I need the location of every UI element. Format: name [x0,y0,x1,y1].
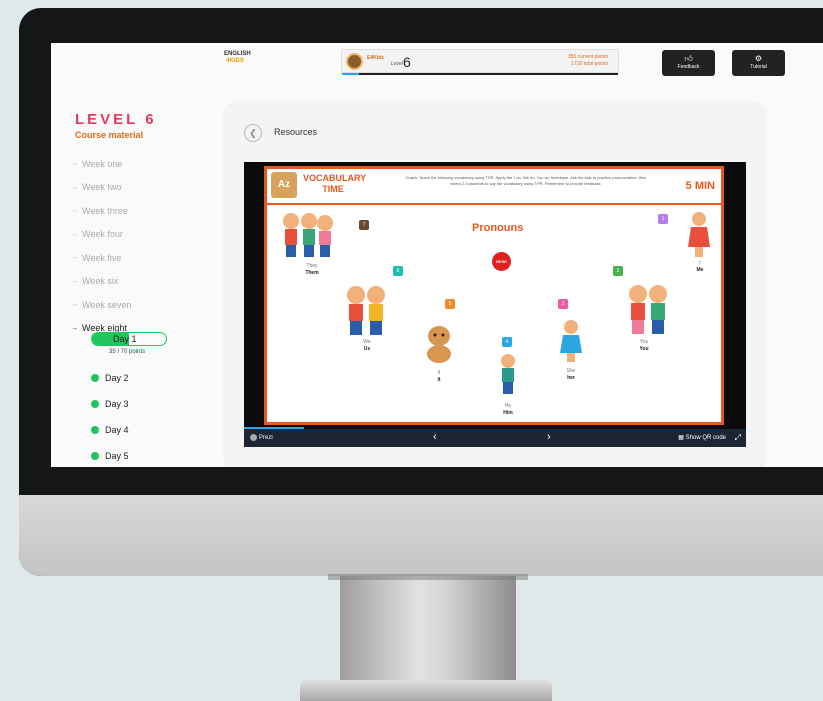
user-name: E4Kids [367,55,384,61]
pronoun-pair: It It [437,370,441,383]
page-title: Resources [274,127,318,137]
chevron-right-icon: › [547,431,551,443]
day-list: Day 2 Day 3 Day 4 Day 5 [91,365,129,467]
pronoun-number-badge: 7 [359,220,369,230]
monitor-stand [340,576,516,686]
status-dot-icon [91,374,99,382]
arrow-right-icon: → [71,160,78,168]
feedback-button[interactable]: 👍︎ Feedback [662,50,715,76]
week-item[interactable]: → Week two [71,176,211,200]
pronoun-pair: He Him [503,403,513,416]
slide-topic: Pronouns [472,222,524,234]
monitor-chin [19,495,823,576]
day-item[interactable]: Day 2 [91,365,129,391]
week-item[interactable]: → Week one [71,152,211,176]
course-material-label: Course material [75,130,144,140]
girl-me-illustration [688,212,710,257]
day-item[interactable]: Day 4 [91,417,129,443]
english4kids-logo[interactable]: ENGLISH 4KIDS [224,51,251,65]
slide-heading: VOCABULARY TIME [303,173,367,194]
monitor-base [300,680,552,701]
kids-you-illustration [629,285,667,334]
app-screen: ENGLISH 4KIDS E4Kids Level 6 355 current… [51,43,823,467]
status-dot-icon [91,426,99,434]
stand-shadow [328,574,528,580]
total-points: 1720 total points [571,61,608,67]
vocabulary-logo: Az [271,172,297,198]
arrow-right-icon: → [71,183,78,191]
next-slide-button[interactable]: › [547,431,551,443]
points-info: 355 current points 1720 total points [568,54,608,68]
dog-illustration [427,326,451,363]
coach-instructions: Coach: Teach the following vocabulary us… [405,175,647,186]
pronoun-pair: I Me [696,260,704,273]
pronoun-number-badge: 6 [393,266,403,276]
week-item[interactable]: → Week four [71,223,211,247]
chevron-left-icon: ❮ [249,128,257,138]
show-qr-code-button[interactable]: ▦ Show QR code [678,434,726,441]
tutorial-button[interactable]: ⚙ Tutorial [732,50,785,76]
fullscreen-button[interactable]: ⤢ [735,433,741,443]
day-item[interactable]: Day 3 [91,391,129,417]
arrow-right-icon: → [71,230,78,238]
kids-us-illustration [347,286,385,335]
level-value: 6 [403,54,411,70]
prezi-viewer[interactable]: Az VOCABULARY TIME Coach: Teach the foll… [244,162,746,447]
graduation-cap-icon: ⚙ [754,54,763,63]
prezi-control-bar: Prezi ‹ › ▦ Show QR code ⤢ [244,427,746,447]
user-avatar [346,53,363,70]
pronoun-pair: They Them [305,263,319,276]
day-1-points: 35 / 70 points [109,349,146,355]
monitor-frame: ENGLISH 4KIDS E4Kids Level 6 355 current… [19,8,823,576]
arrow-right-icon: → [71,254,78,262]
week-item[interactable]: → Week three [71,199,211,223]
pronoun-number-badge: 3 [558,299,568,309]
day-item[interactable]: Day 5 [91,443,129,467]
pronoun-number-badge: 1 [658,214,668,224]
points-bar: E4Kids Level 6 355 current points 1720 t… [341,49,619,75]
slide-duration: 5 MIN [685,180,715,192]
arrow-right-icon: → [71,277,78,285]
level-label: Level [391,61,403,67]
current-points: 355 current points [567,54,608,60]
back-button[interactable]: ❮ [244,124,262,142]
pronoun-pair: We Us [363,339,371,352]
thumbs-up-icon: 👍︎ [684,54,693,63]
boy-illustration [501,354,515,394]
previous-slide-button[interactable]: ‹ [433,431,437,443]
pronoun-number-badge: 4 [502,337,512,347]
arrow-right-icon: → [71,301,78,309]
presentation-progress [244,427,305,429]
slide: Az VOCABULARY TIME Coach: Teach the foll… [264,166,724,425]
girl-illustration [560,320,582,362]
pronoun-number-badge: 5 [445,299,455,309]
new-badge: NEW! [492,252,511,271]
week-item[interactable]: → Week seven [71,293,211,317]
expand-icon: ⤢ [734,433,741,442]
pronoun-pair: You You [639,339,649,352]
week-item[interactable]: → Week five [71,246,211,270]
arrow-right-icon: → [71,207,78,215]
week-list: → Week one → Week two → Week three → Week fo… [71,152,211,340]
pronoun-pair: She her [566,368,576,381]
level-title: LEVEL 6 [75,111,157,128]
pronoun-number-badge: 2 [613,266,623,276]
qr-code-icon: ▦ [678,435,684,441]
arrow-right-icon: → [71,324,78,332]
slide-content: Az VOCABULARY TIME Coach: Teach the foll… [267,169,721,422]
level-progress-bar [342,73,618,75]
chevron-left-icon: ‹ [433,431,437,443]
day-1-button[interactable]: Day 1 [91,332,167,346]
slide-header: Az VOCABULARY TIME Coach: Teach the foll… [267,169,721,205]
prezi-logo[interactable]: Prezi [250,434,273,441]
week-item[interactable]: → Week six [71,270,211,294]
status-dot-icon [91,400,99,408]
kids-them-illustration [283,213,333,257]
status-dot-icon [91,452,99,460]
